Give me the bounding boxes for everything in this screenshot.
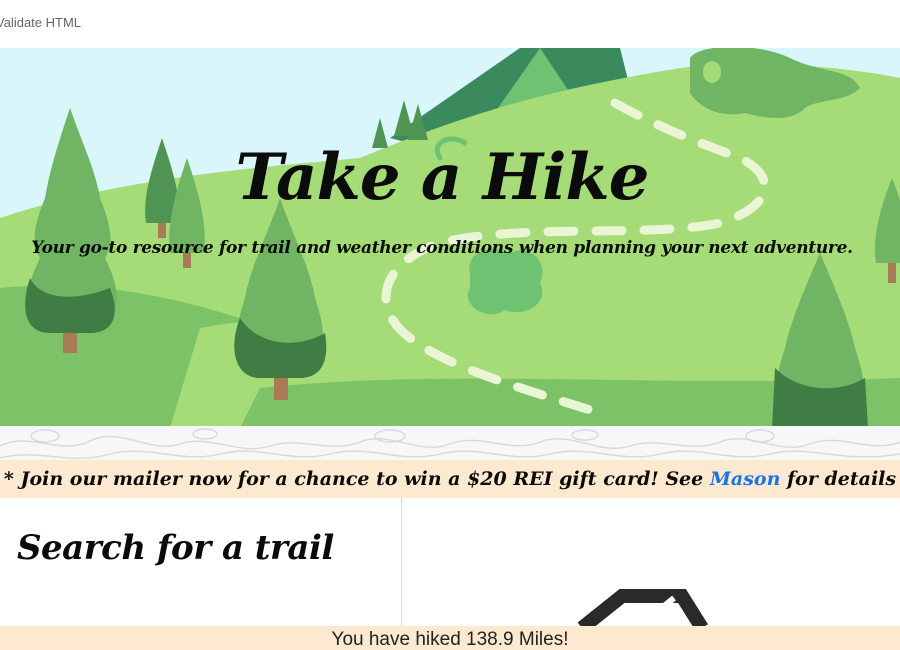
hero-title: Take a Hike: [235, 140, 650, 215]
mailer-promo-banner: * Join our mailer now for a chance to wi…: [0, 460, 900, 528]
promo-text-prefix: * Join our mailer now for a chance to wi…: [3, 468, 710, 490]
trail-info-panel: [402, 498, 900, 628]
mountain-logo-icon: [577, 589, 708, 628]
topographic-pattern-strip: [0, 426, 900, 460]
mason-contact-link[interactable]: Mason: [710, 468, 781, 490]
hero-subtitle: Your go-to resource for trail and weathe…: [31, 238, 853, 258]
hero-banner: Take a Hike Your go-to resource for trai…: [0, 48, 900, 428]
top-bar: Validate HTML: [0, 0, 900, 48]
trail-search-panel: Search for a trail: [0, 498, 402, 628]
miles-hiked-bar: You have hiked 138.9 Miles!: [0, 626, 900, 650]
validate-html-link[interactable]: Validate HTML: [0, 15, 81, 30]
miles-hiked-text: You have hiked 138.9 Miles!: [331, 629, 569, 650]
search-panel-title: Search for a trail: [17, 528, 334, 568]
